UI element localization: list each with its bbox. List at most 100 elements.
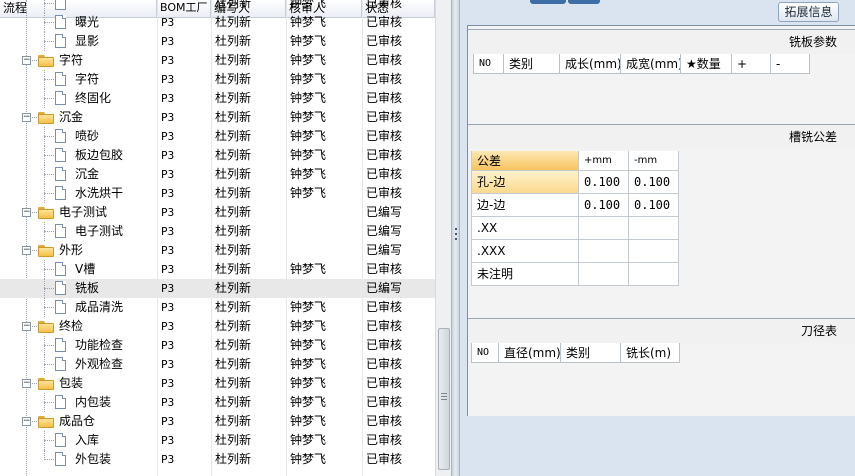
pane-splitter[interactable] [451, 0, 460, 476]
tree-group-row[interactable]: − 沉金 P3 杜列新 钟梦飞 已审核 [0, 108, 435, 127]
cell-status: 已审核 [366, 433, 403, 447]
tolerance-plus-field[interactable]: 0.100 [579, 171, 629, 194]
tree-step-row[interactable]: 外观检查 P3 杜列新 钟梦飞 已审核 [0, 355, 435, 374]
cell-bom-plant: P3 [161, 73, 175, 86]
collapse-toggle[interactable]: − [22, 113, 31, 122]
tree-step-row[interactable]: 功能检查 P3 杜列新 钟梦飞 已审核 [0, 336, 435, 355]
cell-bom-plant: P3 [161, 244, 175, 257]
cell-reviewer: 钟梦飞 [290, 91, 327, 105]
tree-item-label: 内包装 [75, 395, 112, 409]
tolerance-minus-field[interactable]: 0.100 [629, 194, 679, 217]
cell-status: 已审核 [366, 300, 403, 314]
cell-status: 已审核 [366, 53, 403, 67]
tree-group-row[interactable]: − 包装 P3 杜列新 钟梦飞 已审核 [0, 374, 435, 393]
cell-status: 已编写 [366, 205, 403, 219]
process-tree-grid[interactable]: 流程 BOM工厂 编写人 核审人 状态 杜列新 钟梦飞 已审核 曝光 P3 杜列新 钟梦飞 已审核 显影… [0, 0, 451, 476]
tree-step-row[interactable]: 电子测试 P3 杜列新 已编写 [0, 222, 435, 241]
cell-writer: 杜列新 [215, 376, 252, 390]
cell-writer: 杜列新 [215, 91, 252, 105]
collapse-toggle[interactable]: − [22, 379, 31, 388]
tree-step-row[interactable]: 终固化 P3 杜列新 钟梦飞 已审核 [0, 89, 435, 108]
tree-group-row[interactable]: − 字符 P3 杜列新 钟梦飞 已审核 [0, 51, 435, 70]
tab-stub-2[interactable] [568, 0, 600, 4]
cell-writer: 杜列新 [215, 186, 252, 200]
document-icon [55, 91, 66, 105]
tolerance-minus-field[interactable] [629, 240, 679, 263]
cell-status: 已编写 [366, 224, 403, 238]
tree-item-label: 终固化 [75, 91, 112, 105]
cell-writer: 杜列新 [215, 53, 252, 67]
tree-step-row[interactable]: 成品清洗 P3 杜列新 钟梦飞 已审核 [0, 298, 435, 317]
tolerance-plus-field[interactable]: 0.100 [579, 194, 629, 217]
scrollbar-thumb[interactable] [438, 328, 450, 470]
cell-reviewer: 钟梦飞 [290, 186, 327, 200]
document-icon [55, 262, 66, 276]
tolerance-plus-field[interactable] [579, 263, 629, 286]
cell-writer: 杜列新 [215, 148, 252, 162]
cell-writer: 杜列新 [215, 338, 252, 352]
tree-step-row[interactable]: 显影 P3 杜列新 钟梦飞 已审核 [0, 32, 435, 51]
tolerance-minus-field[interactable]: 0.100 [629, 171, 679, 194]
collapse-toggle[interactable]: − [22, 417, 31, 426]
col-category: 类别 [504, 54, 560, 74]
col-add[interactable]: + [732, 54, 771, 74]
tree-group-row[interactable]: − 终检 P3 杜列新 钟梦飞 已审核 [0, 317, 435, 336]
tree-step-row[interactable]: V槽 P3 杜列新 钟梦飞 已审核 [0, 260, 435, 279]
cell-bom-plant: P3 [161, 320, 175, 333]
tolerance-plus-field[interactable] [579, 240, 629, 263]
collapse-toggle[interactable]: − [22, 56, 31, 65]
tree-step-row[interactable]: 铣板 P3 杜列新 已编写 [0, 279, 435, 298]
tolerance-row-label: 边-边 [471, 194, 579, 217]
tree-step-row[interactable]: 沉金 P3 杜列新 钟梦飞 已审核 [0, 165, 435, 184]
cell-status: 已审核 [366, 110, 403, 124]
vertical-scrollbar[interactable] [435, 0, 451, 476]
tree-step-row[interactable]: 板边包胶 P3 杜列新 钟梦飞 已审核 [0, 146, 435, 165]
col-remove[interactable]: - [771, 54, 810, 74]
cell-writer: 杜列新 [215, 205, 252, 219]
tree-step-row[interactable]: 字符 P3 杜列新 钟梦飞 已审核 [0, 70, 435, 89]
cell-reviewer: 钟梦飞 [290, 148, 327, 162]
cell-reviewer: 钟梦飞 [290, 262, 327, 276]
tolerance-row-label: .XXX [471, 240, 579, 263]
col-mill-length: 铣长(m) [621, 343, 680, 363]
tree-group-row[interactable]: − 电子测试 P3 杜列新 已编写 [0, 203, 435, 222]
tree-item-label: 功能检查 [75, 338, 124, 352]
tolerance-minus-field[interactable] [629, 263, 679, 286]
cell-bom-plant: P3 [161, 396, 175, 409]
cell-writer: 杜列新 [215, 167, 252, 181]
cell-status: 已审核 [366, 395, 403, 409]
collapse-toggle[interactable]: − [22, 208, 31, 217]
col-finished-length: 成长(mm) [560, 54, 621, 74]
document-icon [55, 186, 66, 200]
tree-step-row[interactable]: 喷砂 P3 杜列新 钟梦飞 已审核 [0, 127, 435, 146]
tree-step-row[interactable]: 曝光 P3 杜列新 钟梦飞 已审核 [0, 13, 435, 32]
cell-writer: 杜列新 [215, 224, 252, 238]
tree-step-row[interactable]: 外包装 P3 杜列新 钟梦飞 已审核 [0, 450, 435, 469]
extend-info-button[interactable]: 拓展信息 [778, 2, 839, 22]
folder-icon [38, 416, 54, 428]
tree-group-row[interactable]: − 成品仓 P3 杜列新 钟梦飞 已审核 [0, 412, 435, 431]
tree-step-row[interactable]: 杜列新 钟梦飞 已审核 [0, 0, 435, 13]
tolerance-plus-field[interactable] [579, 217, 629, 240]
col-finished-width: 成宽(mm) [621, 54, 681, 74]
tree-item-label: 成品清洗 [75, 300, 124, 314]
tolerance-minus-field[interactable] [629, 217, 679, 240]
cell-status: 已审核 [366, 186, 403, 200]
tree-step-row[interactable]: 内包装 P3 杜列新 钟梦飞 已审核 [0, 393, 435, 412]
tree-step-row[interactable]: 水洗烘干 P3 杜列新 钟梦飞 已审核 [0, 184, 435, 203]
cell-reviewer: 钟梦飞 [290, 167, 327, 181]
collapse-toggle[interactable]: − [22, 322, 31, 331]
cell-bom-plant: P3 [161, 35, 175, 48]
cell-writer: 杜列新 [215, 243, 252, 257]
tree-group-row[interactable]: − 外形 P3 杜列新 已编写 [0, 241, 435, 260]
tree-item-label: 字符 [75, 72, 100, 86]
cell-reviewer: 钟梦飞 [290, 300, 327, 314]
cell-status: 已编写 [366, 243, 403, 257]
tab-stub-1[interactable] [530, 0, 566, 4]
tree-step-row[interactable]: 入库 P3 杜列新 钟梦飞 已审核 [0, 431, 435, 450]
cell-status: 已审核 [366, 0, 403, 10]
cell-reviewer [290, 241, 361, 260]
cell-status: 已审核 [366, 452, 403, 466]
cell-writer: 杜列新 [215, 72, 252, 86]
collapse-toggle[interactable]: − [22, 246, 31, 255]
